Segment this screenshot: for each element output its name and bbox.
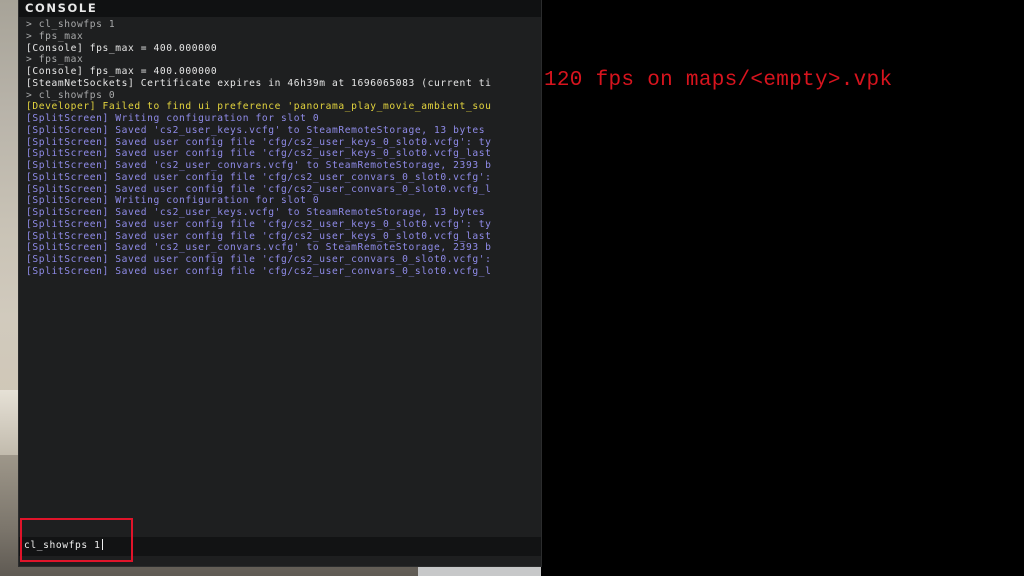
console-log-line: [Console] fps_max = 400.000000 <box>26 42 218 54</box>
console-log-line: [SplitScreen] Saved 'cs2_user_keys.vcfg'… <box>26 207 486 218</box>
console-log-line: [SteamNetSockets] Certificate expires in… <box>26 77 492 89</box>
console-log-line: [SplitScreen] Saved user config file 'cf… <box>26 136 492 148</box>
console-log-line: > cl_showfps 0 <box>26 89 116 101</box>
console-window[interactable]: CONSOLE > cl_showfps 1 > fps_max [Console]… <box>19 0 541 566</box>
console-log[interactable]: > cl_showfps 1 > fps_max [Console] fps_max… <box>26 19 541 287</box>
console-log-line: [SplitScreen] Saved user config file 'cf… <box>26 171 492 183</box>
console-log-line: [SplitScreen] Writing configuration for … <box>26 195 320 207</box>
fps-counter-overlay: 120 fps on maps/<empty>.vpk <box>544 69 893 92</box>
console-log-line: [SplitScreen] Saved 'cs2_user_convars.vc… <box>26 242 492 254</box>
input-highlight-box <box>20 518 133 562</box>
console-title-bar[interactable]: CONSOLE <box>19 0 541 17</box>
console-log-line: [SplitScreen] Saved user config file 'cf… <box>26 148 492 160</box>
console-log-line: [SplitScreen] Saved user config file 'cf… <box>26 183 492 195</box>
console-log-line: [SplitScreen] Saved user config file 'cf… <box>26 254 492 265</box>
console-log-line: [Developer] Failed to find ui preference… <box>26 101 492 113</box>
console-log-line: [SplitScreen] Saved 'cs2_user_convars.vc… <box>26 160 492 171</box>
console-log-line: [Console] fps_max = 400.000000 <box>26 66 218 77</box>
console-log-line: [SplitScreen] Saved user config file 'cf… <box>26 265 492 277</box>
console-log-line: > fps_max <box>26 30 84 42</box>
console-log-line: [SplitScreen] Saved user config file 'cf… <box>26 230 492 242</box>
console-log-line: [SplitScreen] Saved 'cs2_user_keys.vcfg'… <box>26 124 486 136</box>
game-screen: CONSOLE > cl_showfps 1 > fps_max [Console]… <box>0 0 1024 576</box>
console-log-line: > cl_showfps 1 <box>26 19 116 30</box>
console-log-line: [SplitScreen] Saved user config file 'cf… <box>26 218 492 230</box>
console-title: CONSOLE <box>25 1 98 15</box>
console-log-line: > fps_max <box>26 54 84 66</box>
console-log-line: [SplitScreen] Writing configuration for … <box>26 113 320 124</box>
